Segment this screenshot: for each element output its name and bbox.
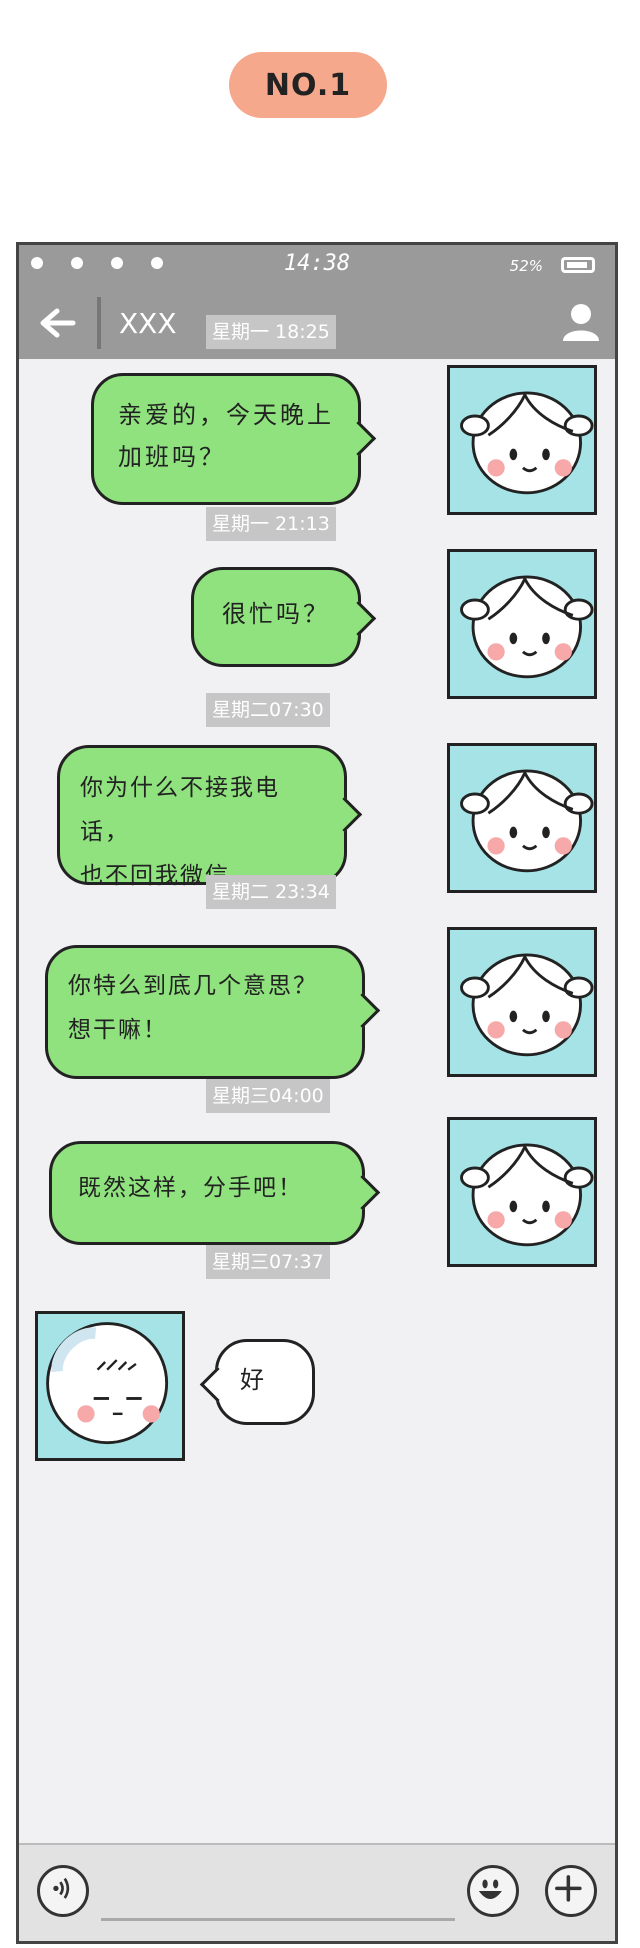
girl-face-icon: [460, 391, 594, 495]
contact-name: XXX: [119, 307, 177, 340]
message-text: 亲爱的，今天晚上: [118, 401, 334, 429]
girl-face-icon: [460, 1143, 594, 1247]
girl-face-icon: [460, 769, 594, 873]
message-timestamp: 星期三07:37: [206, 1245, 330, 1279]
status-bar: 14:38 52%: [19, 245, 615, 287]
girl-face-icon: [460, 953, 594, 1057]
message-timestamp: 星期三04:00: [206, 1079, 330, 1113]
message-bubble[interactable]: 你特么到底几个意思？ 想干嘛！: [45, 945, 381, 1079]
plus-icon[interactable]: [545, 1865, 597, 1917]
message-bubble[interactable]: 很忙吗？: [191, 567, 377, 667]
message-input[interactable]: [101, 1918, 455, 1921]
battery-icon: [561, 257, 595, 273]
girl-avatar[interactable]: [447, 365, 597, 515]
message-text: 既然这样，分手吧！: [78, 1175, 303, 1201]
bubble-tail: [326, 796, 363, 833]
bubble-tail: [340, 600, 377, 637]
message-bubble[interactable]: 既然这样，分手吧！: [49, 1141, 381, 1245]
girl-avatar[interactable]: [447, 549, 597, 699]
emoji-icon[interactable]: [467, 1865, 519, 1917]
smiley-icon: [478, 1879, 502, 1899]
message-bubble[interactable]: 你为什么不接我电话， 也不回我微信: [57, 745, 363, 889]
battery-percent: 52%: [509, 257, 543, 275]
back-arrow-icon[interactable]: [37, 305, 77, 341]
bubble-tail: [344, 992, 381, 1029]
phone-frame: 14:38 52% XXX 星期一 18:25 亲爱的，今天晚上 加班吗？ 星期…: [16, 242, 618, 1944]
message-text: 你为什么不接我电话，: [80, 775, 280, 845]
girl-avatar[interactable]: [447, 927, 597, 1077]
input-bar: [19, 1843, 615, 1941]
message-timestamp: 星期二07:30: [206, 693, 330, 727]
bubble-tail: [199, 1366, 236, 1403]
girl-face-icon: [460, 575, 594, 679]
message-text: 想干嘛！: [68, 1017, 168, 1043]
message-text: 很忙吗？: [222, 600, 330, 628]
voice-waves-icon: [53, 1877, 70, 1899]
user-icon[interactable]: [561, 301, 601, 343]
message-text: 加班吗？: [118, 443, 226, 471]
girl-avatar[interactable]: [447, 1117, 597, 1267]
voice-icon[interactable]: [37, 1865, 89, 1917]
reply-bubble[interactable]: 好: [199, 1339, 315, 1425]
boy-avatar[interactable]: [35, 1311, 185, 1461]
header-divider: [97, 297, 101, 349]
bubble-tail: [340, 420, 377, 457]
boy-face-icon: [46, 1322, 169, 1445]
message-timestamp: 星期一 21:13: [206, 507, 336, 541]
message-bubble[interactable]: 亲爱的，今天晚上 加班吗？: [91, 373, 377, 505]
message-timestamp: 星期二 23:34: [206, 875, 336, 909]
plus-sign-icon: [555, 1875, 582, 1902]
message-text: 好: [240, 1366, 267, 1394]
title-badge: NO.1: [229, 52, 387, 118]
girl-avatar[interactable]: [447, 743, 597, 893]
message-text: 你特么到底几个意思？: [68, 973, 318, 999]
message-timestamp: 星期一 18:25: [206, 315, 336, 349]
bubble-tail: [344, 1174, 381, 1211]
